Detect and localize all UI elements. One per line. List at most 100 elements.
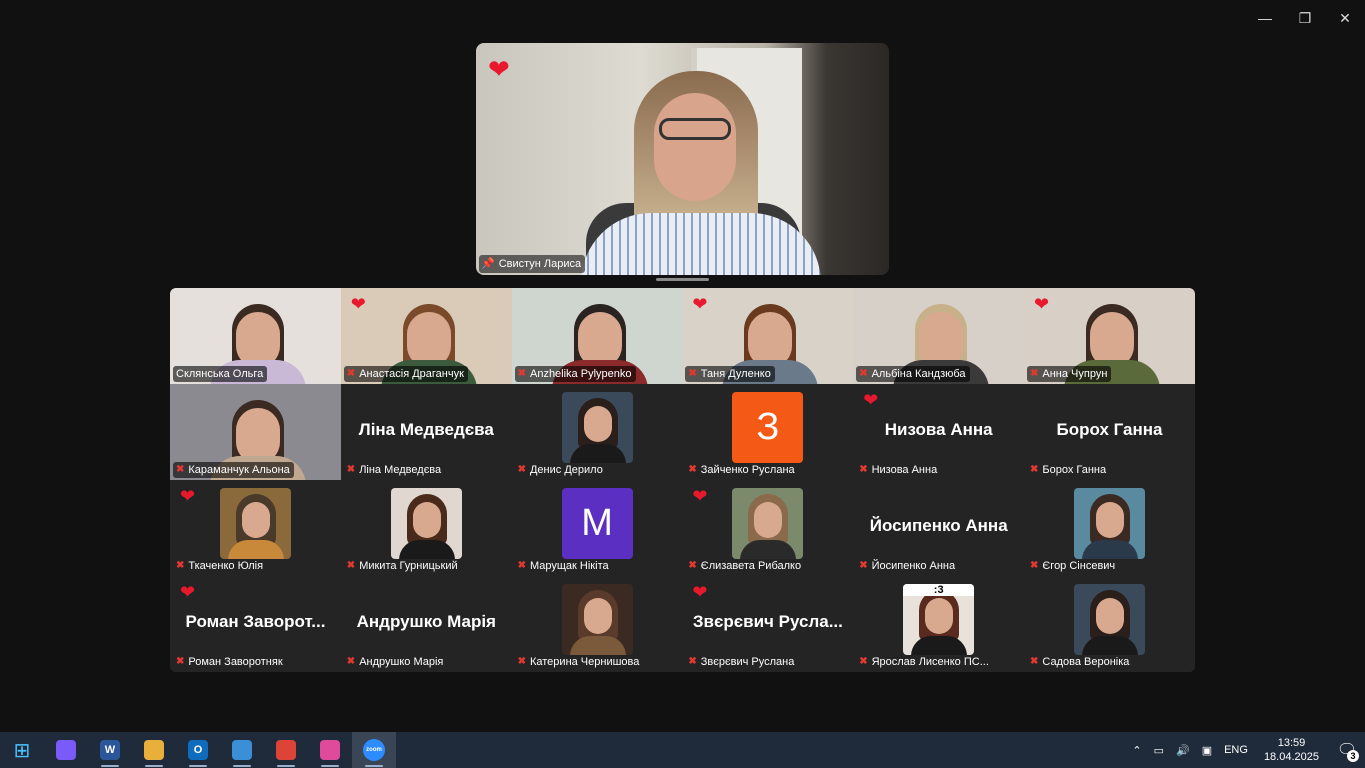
volume-icon[interactable]: 🔊	[1170, 744, 1196, 757]
chrome-icon-glyph	[276, 740, 296, 760]
participant-name-label: ✖ Ткаченко Юлія	[173, 558, 267, 574]
participant-name-label: ✖ Єлизавета Рибалко	[685, 558, 805, 574]
paint-icon[interactable]	[308, 732, 352, 768]
participant-tile[interactable]: ✖ Єгор Сінсевич	[1024, 480, 1195, 576]
participant-name: Ліна Медведєва	[359, 464, 442, 476]
participant-tile[interactable]: Йосипенко Анна ✖ Йосипенко Анна	[853, 480, 1025, 576]
participant-name-label: ✖ Андрушко Марія	[344, 654, 448, 670]
language-indicator[interactable]: ENG	[1218, 744, 1254, 756]
close-icon[interactable]: ✕	[1325, 0, 1365, 36]
participant-display-name: Андрушко Марія	[356, 612, 496, 631]
participant-tile[interactable]: Борох Ганна ✖ Борох Ганна	[1024, 384, 1195, 480]
participant-tile[interactable]: ✖ Альбіна Кандзюба	[853, 288, 1025, 384]
battery-icon[interactable]: ▭	[1148, 744, 1170, 757]
participant-name-label: ✖ Микита Гурницький	[344, 558, 462, 574]
muted-mic-icon: ✖	[688, 656, 697, 667]
resize-handle[interactable]	[656, 278, 709, 281]
participant-name: Йосипенко Анна	[871, 560, 956, 572]
muted-mic-icon: ✖	[859, 368, 868, 379]
participant-avatar	[390, 488, 462, 559]
running-indicator	[277, 765, 295, 767]
participant-avatar	[220, 488, 291, 559]
participant-name-label: ✖ Караманчук Альона	[173, 462, 294, 478]
participant-tile[interactable]: ✖ Денис Дерило	[511, 384, 683, 480]
participant-display-name: Борох Ганна	[1056, 420, 1163, 439]
heart-reaction-icon: ❤	[692, 582, 708, 602]
participant-avatar	[561, 584, 633, 655]
participant-tile[interactable]: ❤ ✖ Таня Дуленко	[682, 288, 854, 384]
participant-tile[interactable]: Роман Заворот... ❤ ✖ Роман Заворотняк	[170, 576, 341, 672]
participant-tile[interactable]: ✖ Катерина Чернишова	[511, 576, 683, 672]
participant-name: Єгор Сінсевич	[1042, 560, 1116, 572]
participant-name: Альбіна Кандзюба	[871, 368, 966, 380]
running-indicator	[101, 765, 119, 767]
muted-mic-icon: ✖	[517, 368, 526, 379]
zoom-icon[interactable]: zoom	[352, 732, 396, 768]
participant-name-label: ✖ Роман Заворотняк	[173, 654, 287, 670]
participant-tile[interactable]: ❤ ✖ Анастасія Драганчук	[340, 288, 512, 384]
participant-display-name: Низова Анна	[884, 420, 993, 439]
participant-tile[interactable]: Низова Анна ❤ ✖ Низова Анна	[853, 384, 1025, 480]
muted-mic-icon: ✖	[859, 464, 868, 475]
participant-tile[interactable]: Андрушко Марія ✖ Андрушко Марія	[340, 576, 512, 672]
muted-mic-icon: ✖	[176, 464, 185, 475]
muted-mic-icon: ✖	[346, 656, 356, 667]
taskbar-apps: ⊞ W Ozoom	[0, 732, 396, 768]
control-panel-icon[interactable]	[220, 732, 264, 768]
participant-name: Марущак Нікіта	[529, 560, 609, 572]
participant-tile[interactable]: ✖ Караманчук Альона	[170, 384, 341, 480]
copilot-icon[interactable]	[44, 732, 88, 768]
minimize-icon[interactable]: —	[1245, 0, 1285, 36]
outlook-icon[interactable]: O	[176, 732, 220, 768]
participant-tile[interactable]: Ліна Медведєва ✖ Ліна Медведєва	[340, 384, 512, 480]
clock[interactable]: 13:59 18.04.2025	[1254, 736, 1329, 764]
participant-tile[interactable]: ✖ Микита Гурницький	[340, 480, 512, 576]
display-icon[interactable]: ▣	[1196, 744, 1218, 757]
muted-mic-icon: ✖	[176, 560, 185, 571]
avatar-body	[398, 540, 455, 559]
participant-name-label: ✖ Анна Чупрун	[1027, 366, 1112, 382]
participant-name: Роман Заворотняк	[188, 656, 283, 668]
heart-reaction-icon: ❤	[692, 294, 708, 314]
active-speaker-video[interactable]	[476, 43, 889, 275]
participant-name: Анастасія Драганчук	[359, 368, 464, 380]
speaker-name-label: 📌 Свистун Лариса	[479, 255, 586, 273]
participant-tile[interactable]: ❤ ✖ Єлизавета Рибалко	[682, 480, 854, 576]
heart-reaction-icon: ❤	[863, 390, 879, 410]
participant-tile[interactable]: Звєрєвич Русла... ❤ ✖ Звєрєвич Руслана	[682, 576, 854, 672]
outlook-icon-glyph: O	[188, 740, 208, 760]
participant-name-label: ✖ Борох Ганна	[1027, 462, 1110, 478]
running-indicator	[145, 765, 163, 767]
muted-mic-icon: ✖	[688, 368, 697, 379]
participant-avatar: :3	[903, 584, 975, 655]
restore-icon[interactable]: ❐	[1285, 0, 1325, 36]
muted-mic-icon: ✖	[688, 560, 697, 571]
speaker-face	[654, 93, 736, 201]
participant-tile[interactable]: ✖ Anzhelika Pylypenko	[511, 288, 683, 384]
start-icon[interactable]: ⊞	[0, 732, 44, 768]
word-icon-glyph: W	[100, 740, 120, 760]
participant-tile[interactable]: :3 ✖ Ярослав Лисенко ПС...	[853, 576, 1025, 672]
avatar-caption: :3	[903, 584, 975, 596]
participant-name: Катерина Чернишова	[529, 656, 640, 668]
participant-name: Караманчук Альона	[188, 464, 290, 476]
muted-mic-icon: ✖	[346, 368, 356, 379]
chrome-icon[interactable]	[264, 732, 308, 768]
avatar-face	[1096, 502, 1124, 538]
participant-name-label: ✖ Звєрєвич Руслана	[685, 654, 798, 670]
heart-reaction-icon: ❤	[692, 486, 708, 506]
word-icon[interactable]: W	[88, 732, 132, 768]
participant-name: Садова Вероніка	[1042, 656, 1130, 668]
participant-tile[interactable]: З ✖ Зайченко Руслана	[682, 384, 854, 480]
chevron-up-icon[interactable]: ⌃	[1126, 744, 1147, 757]
participant-letter-avatar: З	[732, 392, 804, 463]
participant-tile[interactable]: ✖ Садова Вероніка	[1024, 576, 1195, 672]
participant-tile[interactable]: Склянська Ольга	[170, 288, 341, 384]
participant-name-label: ✖ Таня Дуленко	[685, 366, 775, 382]
participant-tile[interactable]: ❤ ✖ Анна Чупрун	[1024, 288, 1195, 384]
notification-button[interactable]: 🗨 3	[1329, 732, 1365, 768]
participant-tile[interactable]: M ✖ Марущак Нікіта	[511, 480, 683, 576]
participant-tile[interactable]: ❤ ✖ Ткаченко Юлія	[170, 480, 341, 576]
file-explorer-icon[interactable]	[132, 732, 176, 768]
start-icon-glyph: ⊞	[13, 739, 31, 762]
